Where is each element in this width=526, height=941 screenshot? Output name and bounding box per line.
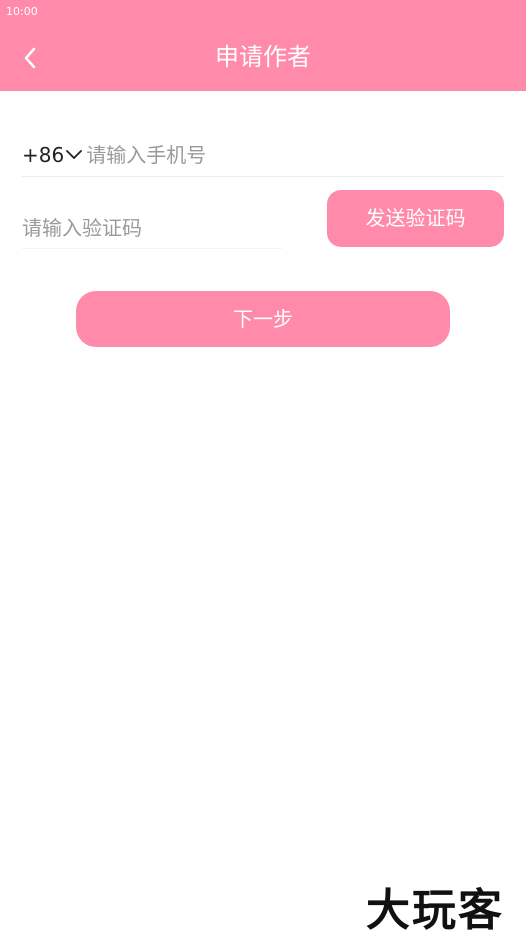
send-code-button[interactable]: 发送验证码 bbox=[327, 190, 504, 247]
watermark-logo: 大玩客 bbox=[366, 885, 504, 936]
status-bar: 10:00 bbox=[0, 0, 526, 24]
phone-input[interactable] bbox=[84, 142, 504, 168]
country-code-selector[interactable]: +86 bbox=[22, 143, 83, 167]
phone-row: +86 bbox=[22, 134, 504, 177]
page-title: 申请作者 bbox=[215, 43, 311, 71]
country-code-label: +86 bbox=[22, 143, 65, 167]
app-header: 申请作者 bbox=[0, 24, 526, 91]
next-step-button[interactable]: 下一步 bbox=[76, 291, 450, 347]
verification-code-input[interactable] bbox=[22, 208, 282, 249]
chevron-down-icon bbox=[66, 150, 83, 159]
status-time: 10:00 bbox=[6, 5, 38, 18]
